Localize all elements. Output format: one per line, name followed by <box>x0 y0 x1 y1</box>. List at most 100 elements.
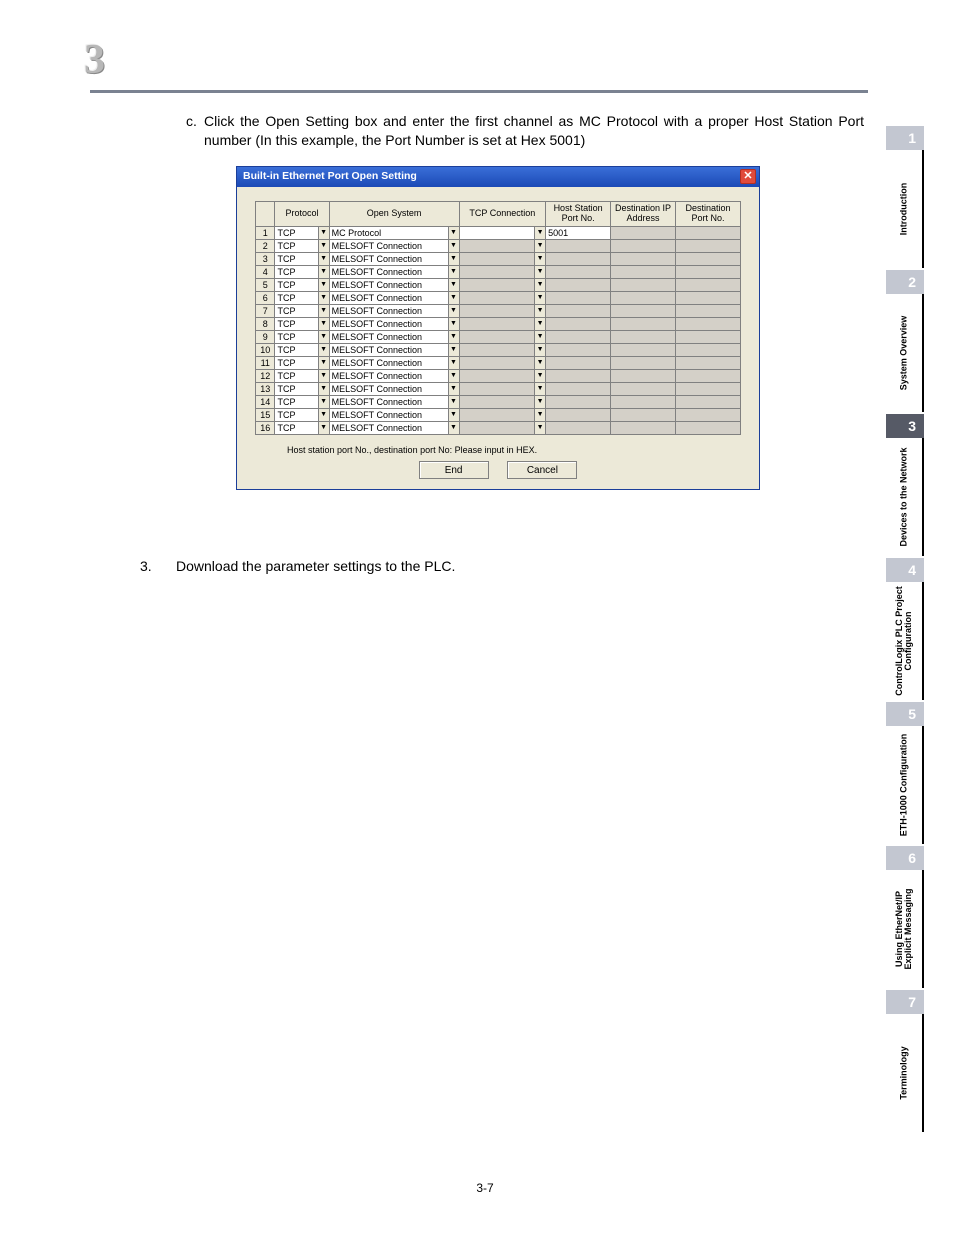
dropdown-arrow-icon[interactable]: ▼ <box>318 409 329 421</box>
close-icon[interactable]: ✕ <box>740 169 756 184</box>
open-system-cell[interactable]: MELSOFT Connection▼ <box>329 317 459 330</box>
tcp-connection-cell[interactable]: ▼ <box>459 330 546 343</box>
dropdown-arrow-icon[interactable]: ▼ <box>318 279 329 291</box>
protocol-cell[interactable]: TCP▼ <box>275 382 329 395</box>
dropdown-arrow-icon[interactable]: ▼ <box>448 357 459 369</box>
dropdown-arrow-icon[interactable]: ▼ <box>534 370 545 382</box>
dropdown-arrow-icon[interactable]: ▼ <box>318 357 329 369</box>
dropdown-arrow-icon[interactable]: ▼ <box>318 292 329 304</box>
dropdown-arrow-icon[interactable]: ▼ <box>448 305 459 317</box>
tcp-connection-cell[interactable]: ▼ <box>459 382 546 395</box>
dropdown-arrow-icon[interactable]: ▼ <box>448 240 459 252</box>
open-system-cell[interactable]: MELSOFT Connection▼ <box>329 291 459 304</box>
dropdown-arrow-icon[interactable]: ▼ <box>448 318 459 330</box>
dropdown-arrow-icon[interactable]: ▼ <box>534 383 545 395</box>
tcp-connection-cell[interactable]: ▼ <box>459 252 546 265</box>
open-system-cell[interactable]: MELSOFT Connection▼ <box>329 330 459 343</box>
open-system-cell[interactable]: MELSOFT Connection▼ <box>329 343 459 356</box>
tcp-connection-cell[interactable]: ▼ <box>459 278 546 291</box>
open-system-cell[interactable]: MELSOFT Connection▼ <box>329 304 459 317</box>
dropdown-arrow-icon[interactable]: ▼ <box>534 396 545 408</box>
protocol-cell[interactable]: TCP▼ <box>275 343 329 356</box>
dropdown-arrow-icon[interactable]: ▼ <box>534 292 545 304</box>
protocol-cell[interactable]: TCP▼ <box>275 408 329 421</box>
dropdown-arrow-icon[interactable]: ▼ <box>448 227 459 239</box>
dropdown-arrow-icon[interactable]: ▼ <box>534 318 545 330</box>
dropdown-arrow-icon[interactable]: ▼ <box>448 383 459 395</box>
dropdown-arrow-icon[interactable]: ▼ <box>448 253 459 265</box>
open-system-cell[interactable]: MELSOFT Connection▼ <box>329 421 459 434</box>
chapter-tab[interactable]: 6Using EtherNet/IP Explicit Messaging <box>886 846 924 988</box>
dropdown-arrow-icon[interactable]: ▼ <box>448 396 459 408</box>
protocol-cell[interactable]: TCP▼ <box>275 291 329 304</box>
dropdown-arrow-icon[interactable]: ▼ <box>318 344 329 356</box>
tcp-connection-cell[interactable]: ▼ <box>459 395 546 408</box>
dropdown-arrow-icon[interactable]: ▼ <box>534 357 545 369</box>
dropdown-arrow-icon[interactable]: ▼ <box>448 292 459 304</box>
dropdown-arrow-icon[interactable]: ▼ <box>534 240 545 252</box>
chapter-tab[interactable]: 7Terminology <box>886 990 924 1132</box>
open-system-cell[interactable]: MELSOFT Connection▼ <box>329 265 459 278</box>
tcp-connection-cell[interactable]: ▼ <box>459 369 546 382</box>
dropdown-arrow-icon[interactable]: ▼ <box>318 396 329 408</box>
open-system-cell[interactable]: MELSOFT Connection▼ <box>329 278 459 291</box>
protocol-cell[interactable]: TCP▼ <box>275 369 329 382</box>
tcp-connection-cell[interactable]: ▼ <box>459 317 546 330</box>
chapter-tab[interactable]: 1Introduction <box>886 126 924 268</box>
dropdown-arrow-icon[interactable]: ▼ <box>318 227 329 239</box>
dropdown-arrow-icon[interactable]: ▼ <box>534 409 545 421</box>
cancel-button[interactable]: Cancel <box>507 461 577 479</box>
tcp-connection-cell[interactable]: ▼ <box>459 265 546 278</box>
dropdown-arrow-icon[interactable]: ▼ <box>448 422 459 434</box>
tcp-connection-cell[interactable]: ▼ <box>459 421 546 434</box>
dropdown-arrow-icon[interactable]: ▼ <box>318 370 329 382</box>
dropdown-arrow-icon[interactable]: ▼ <box>534 331 545 343</box>
dropdown-arrow-icon[interactable]: ▼ <box>448 331 459 343</box>
dropdown-arrow-icon[interactable]: ▼ <box>318 305 329 317</box>
protocol-cell[interactable]: TCP▼ <box>275 395 329 408</box>
dropdown-arrow-icon[interactable]: ▼ <box>448 344 459 356</box>
tcp-connection-cell[interactable]: ▼ <box>459 239 546 252</box>
open-system-cell[interactable]: MELSOFT Connection▼ <box>329 395 459 408</box>
dropdown-arrow-icon[interactable]: ▼ <box>534 227 545 239</box>
open-system-cell[interactable]: MELSOFT Connection▼ <box>329 369 459 382</box>
host-port-cell[interactable]: 5001 <box>546 226 611 239</box>
dropdown-arrow-icon[interactable]: ▼ <box>318 383 329 395</box>
end-button[interactable]: End <box>419 461 489 479</box>
dropdown-arrow-icon[interactable]: ▼ <box>318 318 329 330</box>
open-system-cell[interactable]: MC Protocol▼ <box>329 226 459 239</box>
protocol-cell[interactable]: TCP▼ <box>275 265 329 278</box>
open-system-cell[interactable]: MELSOFT Connection▼ <box>329 408 459 421</box>
chapter-tab[interactable]: 3Devices to the Network <box>886 414 924 556</box>
dropdown-arrow-icon[interactable]: ▼ <box>534 279 545 291</box>
protocol-cell[interactable]: TCP▼ <box>275 304 329 317</box>
tcp-connection-cell[interactable]: ▼ <box>459 226 546 239</box>
protocol-cell[interactable]: TCP▼ <box>275 278 329 291</box>
dropdown-arrow-icon[interactable]: ▼ <box>534 266 545 278</box>
protocol-cell[interactable]: TCP▼ <box>275 330 329 343</box>
open-system-cell[interactable]: MELSOFT Connection▼ <box>329 382 459 395</box>
protocol-cell[interactable]: TCP▼ <box>275 356 329 369</box>
dropdown-arrow-icon[interactable]: ▼ <box>318 253 329 265</box>
open-system-cell[interactable]: MELSOFT Connection▼ <box>329 356 459 369</box>
tcp-connection-cell[interactable]: ▼ <box>459 291 546 304</box>
protocol-cell[interactable]: TCP▼ <box>275 317 329 330</box>
dropdown-arrow-icon[interactable]: ▼ <box>534 422 545 434</box>
dropdown-arrow-icon[interactable]: ▼ <box>318 331 329 343</box>
dropdown-arrow-icon[interactable]: ▼ <box>448 370 459 382</box>
dropdown-arrow-icon[interactable]: ▼ <box>448 266 459 278</box>
dropdown-arrow-icon[interactable]: ▼ <box>448 279 459 291</box>
tcp-connection-cell[interactable]: ▼ <box>459 304 546 317</box>
chapter-tab[interactable]: 5ETH-1000 Configuration <box>886 702 924 844</box>
chapter-tab[interactable]: 4ControlLogix PLC Project Configuration <box>886 558 924 700</box>
protocol-cell[interactable]: TCP▼ <box>275 239 329 252</box>
chapter-tab[interactable]: 2System Overview <box>886 270 924 412</box>
protocol-cell[interactable]: TCP▼ <box>275 226 329 239</box>
tcp-connection-cell[interactable]: ▼ <box>459 408 546 421</box>
dropdown-arrow-icon[interactable]: ▼ <box>318 240 329 252</box>
dropdown-arrow-icon[interactable]: ▼ <box>534 305 545 317</box>
open-system-cell[interactable]: MELSOFT Connection▼ <box>329 239 459 252</box>
open-system-cell[interactable]: MELSOFT Connection▼ <box>329 252 459 265</box>
tcp-connection-cell[interactable]: ▼ <box>459 343 546 356</box>
dropdown-arrow-icon[interactable]: ▼ <box>448 409 459 421</box>
